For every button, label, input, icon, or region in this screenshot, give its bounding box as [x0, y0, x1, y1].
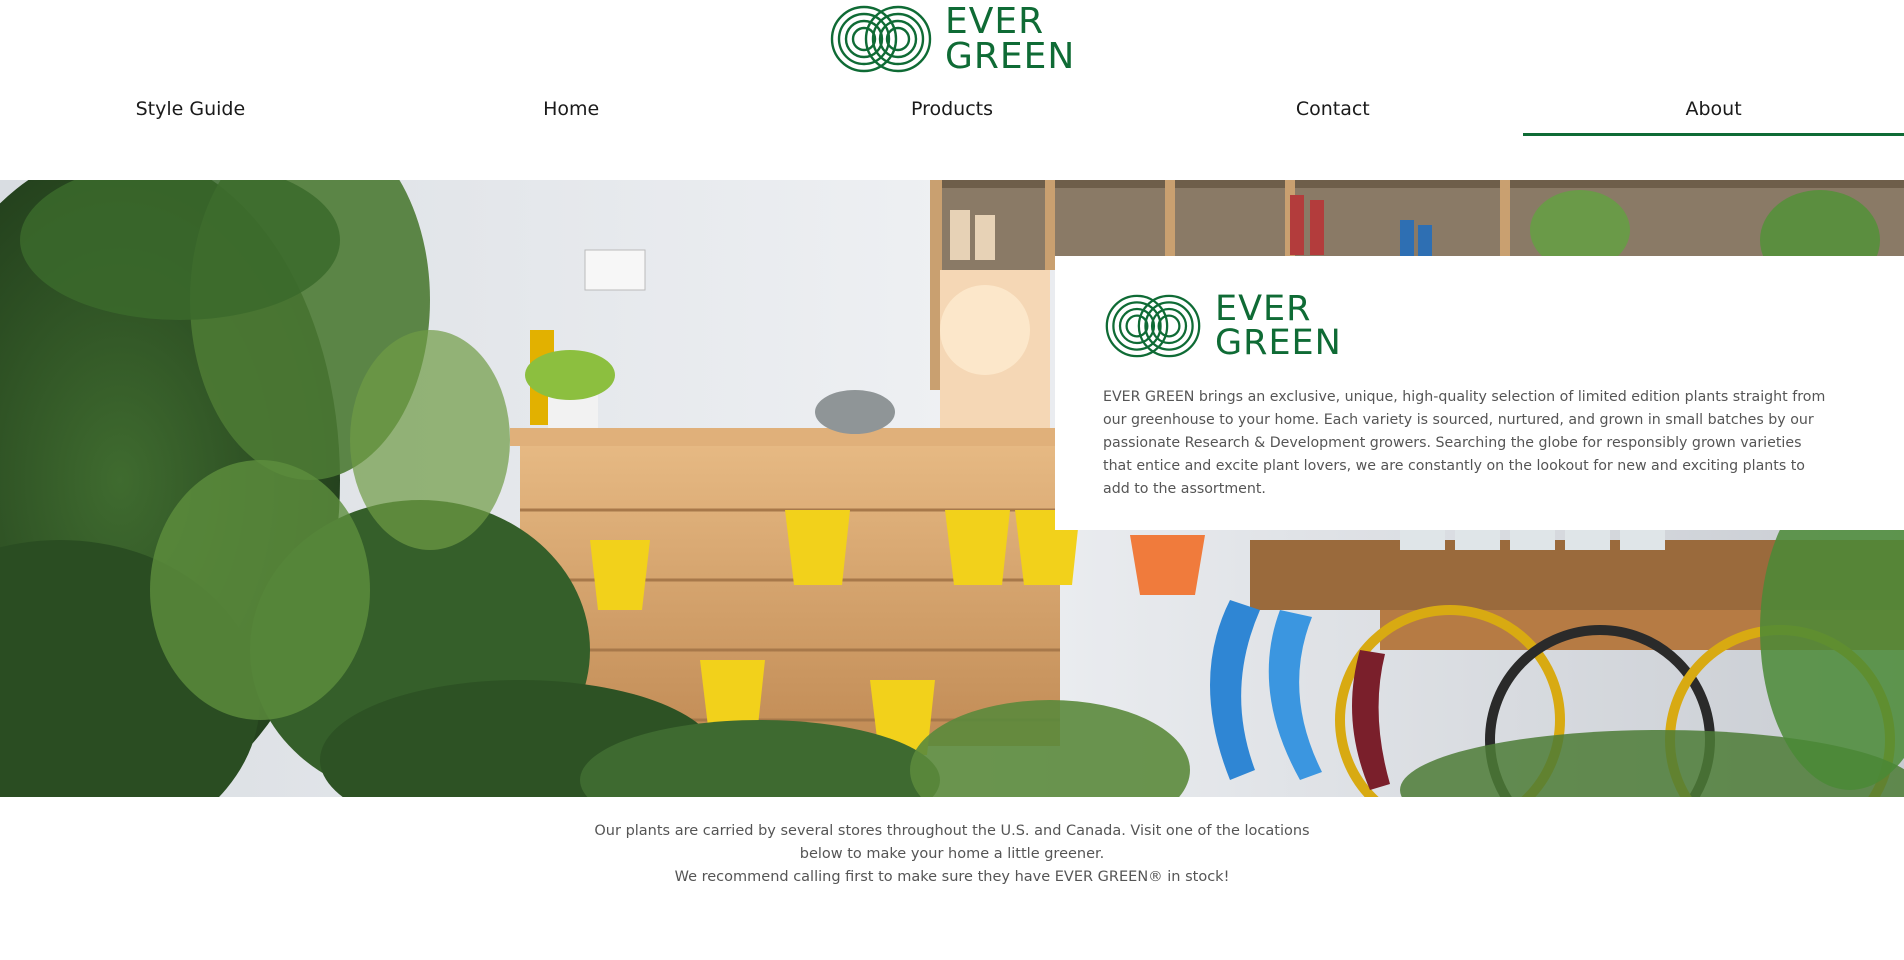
- nav-item-products[interactable]: Products: [762, 86, 1143, 136]
- about-paragraph: EVER GREEN brings an exclusive, unique, …: [1103, 389, 1826, 497]
- store-info: Our plants are carried by several stores…: [590, 820, 1314, 889]
- store-info-line-1: Our plants are carried by several stores…: [594, 823, 1310, 862]
- evergreen-logo-icon: [1103, 293, 1203, 359]
- logo-wordmark: EVER GREEN: [945, 1, 1076, 78]
- nav-item-about[interactable]: About: [1523, 86, 1904, 136]
- card-logo-line-2: GREEN: [1215, 323, 1342, 364]
- card-logo-wordmark: EVER GREEN: [1215, 289, 1342, 364]
- nav-item-contact[interactable]: Contact: [1142, 86, 1523, 136]
- card-logo-line-1: EVER: [1215, 289, 1312, 329]
- logo-line-1: EVER: [945, 1, 1045, 42]
- nav-item-home[interactable]: Home: [381, 86, 762, 136]
- card-logo: EVER GREEN: [1103, 289, 1342, 364]
- store-info-line-2: We recommend calling first to make sure …: [674, 869, 1230, 885]
- about-card: EVER GREEN EVER GREEN brings an exclusiv…: [1055, 256, 1904, 530]
- logo-line-2: GREEN: [945, 36, 1076, 78]
- nav-item-style-guide[interactable]: Style Guide: [0, 86, 381, 136]
- main-navigation: Style Guide Home Products Contact About: [0, 86, 1904, 136]
- site-logo[interactable]: EVER GREEN: [830, 1, 1076, 78]
- evergreen-logo-icon: [830, 4, 932, 74]
